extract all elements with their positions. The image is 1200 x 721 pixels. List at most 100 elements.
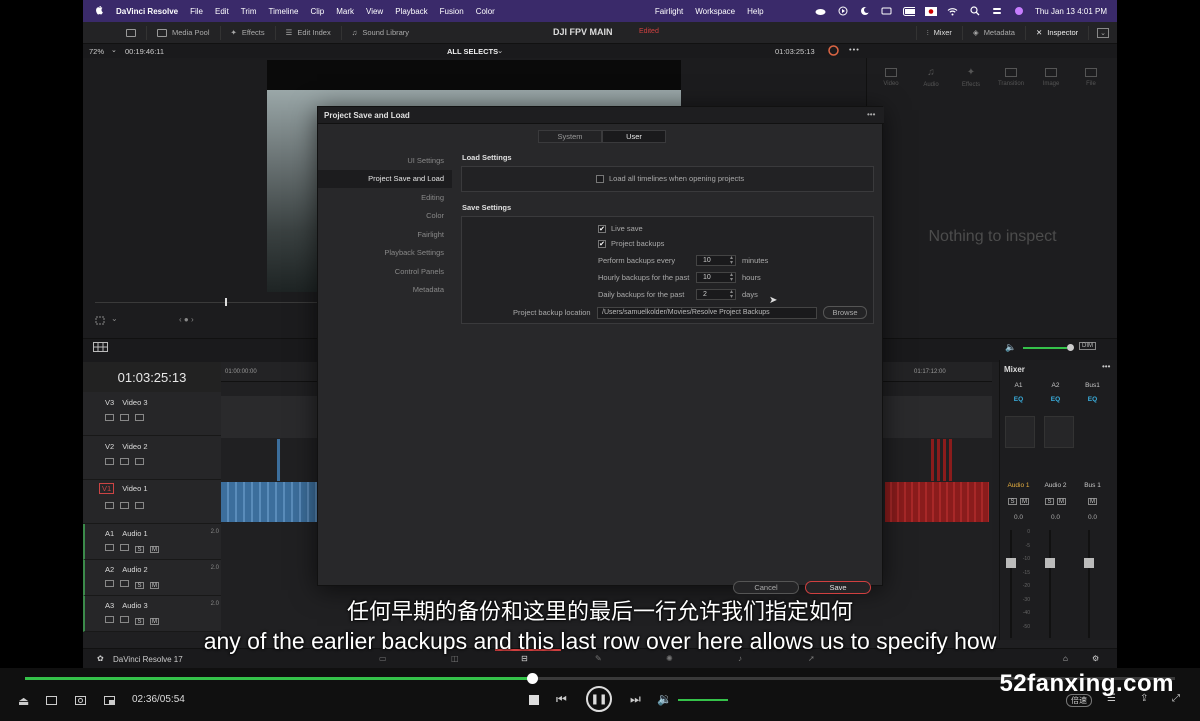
sound-library-button[interactable]: ♫ Sound Library [342,26,419,40]
monitor-icon[interactable] [135,458,144,465]
track-name[interactable]: Video 1 [122,484,147,493]
tab-system[interactable]: System [538,130,602,143]
tab-transition[interactable]: Transition [991,62,1031,92]
auto-track-icon[interactable] [120,458,129,465]
menu-fairlight[interactable]: Fairlight [655,7,683,16]
menu-fusion[interactable]: Fusion [440,7,464,16]
backup-location-input[interactable]: /Users/samuelkolder/Movies/Resolve Proje… [597,306,817,319]
menubar-clock[interactable]: Thu Jan 13 4:01 PM [1035,7,1107,16]
fader-knob-a2[interactable] [1045,558,1055,568]
pan-control-a2[interactable] [1044,416,1074,448]
perform-backups-stepper[interactable]: 10 ▴ ▾ [696,255,736,266]
previous-icon[interactable]: ⏮ [556,692,567,707]
message-icon[interactable] [881,6,893,16]
fusion-page-icon[interactable]: ✎ [595,654,602,663]
screenshot-icon[interactable] [75,696,86,705]
apple-icon[interactable] [95,6,104,16]
menu-mark[interactable]: Mark [336,7,354,16]
volume-slider[interactable] [1023,347,1067,349]
nav-editing[interactable]: Editing [318,188,452,207]
menu-playback[interactable]: Playback [395,7,427,16]
auto-track-icon[interactable] [120,544,129,551]
viewer-zoom[interactable]: 72% [89,47,104,56]
fader-knob-a1[interactable] [1006,558,1016,568]
mute-button[interactable]: M [1020,498,1029,505]
edit-page-icon[interactable]: ⊟ [521,654,528,663]
tab-audio[interactable]: ♫ Audio [911,62,951,92]
metadata-button[interactable]: ◈ Metadata [963,25,1026,40]
pip-icon[interactable] [104,696,115,705]
gear-icon[interactable]: ⚙ [1092,654,1099,663]
nav-project-save-load[interactable]: Project Save and Load [318,169,452,188]
monitor-icon[interactable] [135,414,144,421]
nav-metadata[interactable]: Metadata [318,281,452,300]
menu-trim[interactable]: Trim [241,7,257,16]
clip-v2-red[interactable] [931,439,953,481]
stepper-arrows-icon[interactable]: ▴ ▾ [730,289,733,300]
live-save-checkbox[interactable]: ✔ [598,224,606,233]
eq-button[interactable]: EQ [1074,396,1111,403]
deliver-page-icon[interactable]: ➚ [808,654,815,663]
menu-workspace[interactable]: Workspace [695,7,735,16]
menu-timeline[interactable]: Timeline [269,7,299,16]
lock-icon[interactable] [105,414,114,421]
timeline-selector[interactable]: ALL SELECTS [447,47,498,56]
lock-icon[interactable] [105,580,114,587]
color-page-icon[interactable]: ✺ [666,654,673,663]
volume-icon[interactable]: 🔉 [657,692,672,706]
tab-user[interactable]: User [602,130,666,143]
menu-clip[interactable]: Clip [310,7,324,16]
menu-view[interactable]: View [366,7,383,16]
menu-file[interactable]: File [190,7,203,16]
control-center-icon[interactable] [991,6,1003,16]
nav-control-panels[interactable]: Control Panels [318,262,452,281]
nav-color[interactable]: Color [318,207,452,226]
track-name[interactable]: Video 2 [122,442,147,451]
search-icon[interactable] [969,6,981,16]
home-icon[interactable]: ⌂ [1063,654,1068,663]
edit-index-button[interactable]: ☰ Edit Index [276,25,342,40]
more-icon[interactable]: ••• [849,45,860,54]
color-wheel-icon[interactable] [828,45,839,56]
timeline-view-icon[interactable] [93,342,108,352]
viewer-nav-arrows[interactable]: ‹ ● › [179,315,194,324]
track-id[interactable]: V1 [99,483,115,494]
mute-button[interactable]: M [1088,498,1097,505]
eq-button[interactable]: EQ [1000,396,1037,403]
media-page-icon[interactable]: ▭ [379,654,387,663]
menu-app-name[interactable]: DaVinci Resolve [116,7,178,16]
menu-help[interactable]: Help [747,7,763,16]
save-button[interactable]: Save [805,581,871,594]
volume-knob[interactable] [1067,344,1074,351]
auto-track-icon[interactable] [120,414,129,421]
lock-icon[interactable] [105,502,114,509]
mixer-button[interactable]: ⫶ Mixer [915,25,963,40]
speaker-icon[interactable]: 🔈 [1005,342,1016,353]
track-name[interactable]: Video 3 [122,398,147,407]
clip-v2[interactable] [277,439,280,481]
siri-icon[interactable] [1013,6,1025,16]
clip-v1-red[interactable] [885,482,989,522]
track-name[interactable]: Audio 1 [122,529,147,538]
player-volume-slider[interactable] [678,699,728,701]
live-save-row[interactable]: ✔ Live save [598,224,643,233]
effects-button[interactable]: ✦ Effects [221,25,276,40]
cancel-button[interactable]: Cancel [733,581,799,594]
eject-icon[interactable]: ⏏ [18,694,29,708]
stepper-arrows-icon[interactable]: ▴ ▾ [730,255,733,266]
nav-ui-settings[interactable]: UI Settings [318,151,452,170]
moon-icon[interactable] [859,6,871,16]
tab-video[interactable]: Video [871,62,911,92]
more-icon[interactable]: ••• [867,110,875,119]
nav-fairlight[interactable]: Fairlight [318,225,452,244]
dim-button[interactable]: DIM [1079,342,1096,350]
chevron-down-icon[interactable]: ⌄ [111,46,117,54]
browse-button[interactable]: Browse [823,306,867,319]
load-all-timelines-checkbox[interactable] [596,174,604,183]
solo-button[interactable]: S [1008,498,1017,505]
menu-color[interactable]: Color [476,7,495,16]
keyboard-flag-icon[interactable] [924,6,937,16]
pan-control-a1[interactable] [1005,416,1035,448]
track-name[interactable]: Audio 2 [122,565,147,574]
mute-button[interactable]: M [150,582,159,589]
